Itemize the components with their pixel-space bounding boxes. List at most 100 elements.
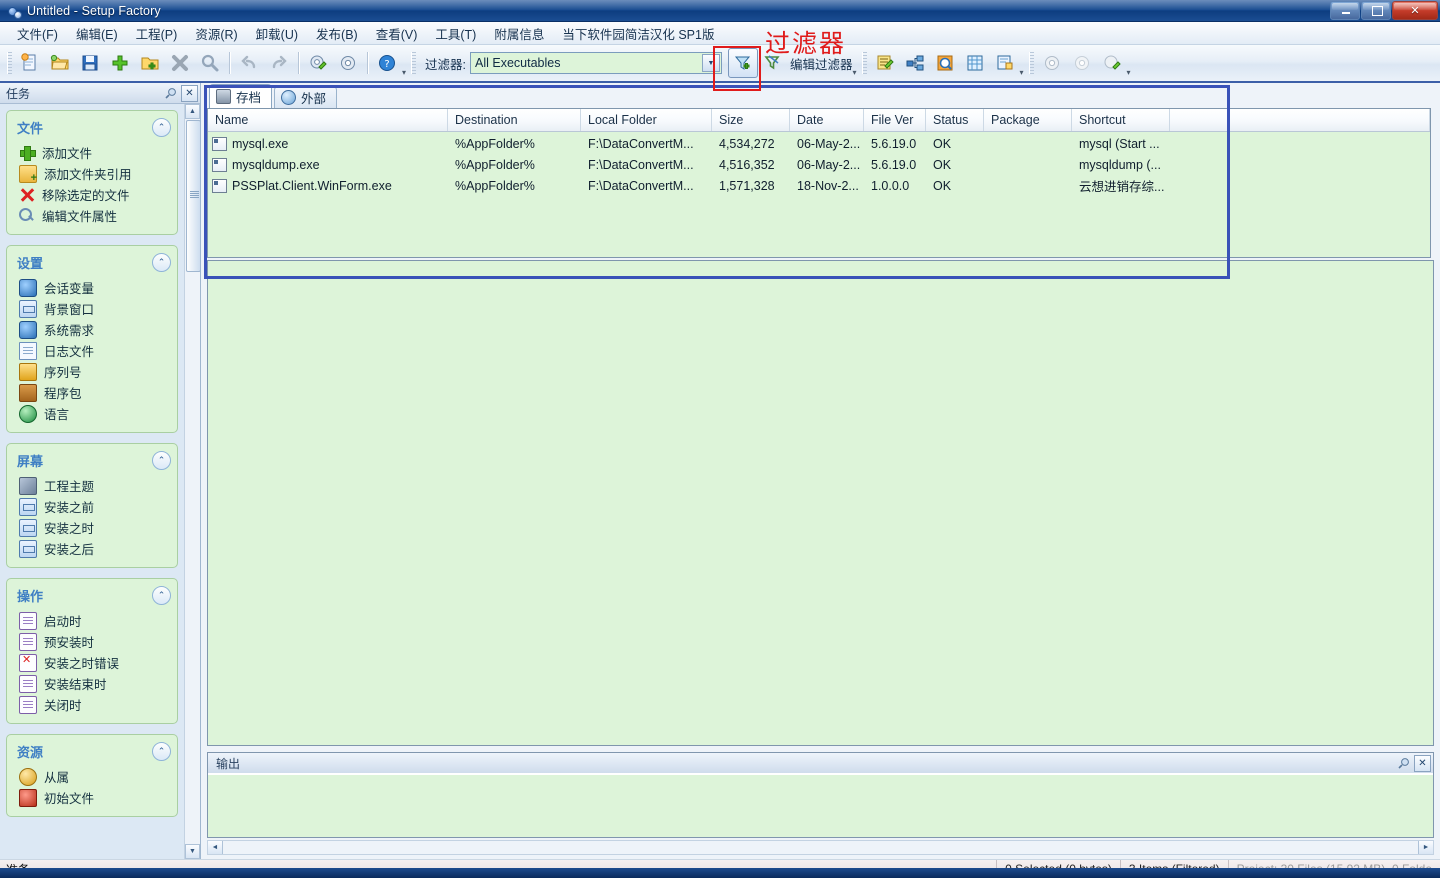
col-header-name[interactable]: Name [208,109,448,131]
pin-icon[interactable] [162,85,179,102]
open-folder-icon[interactable] [45,48,75,78]
sidebar-item-before-install[interactable]: 安装之前 [7,496,177,517]
close-icon[interactable]: ✕ [181,84,198,102]
sidebar-item-background-window[interactable]: 背景窗口 [7,298,177,319]
filter-combobox[interactable]: All Executables ▼ [470,52,722,74]
horizontal-scrollbar[interactable]: ◄ ► [207,840,1434,855]
sidebar-item-log-file[interactable]: 日志文件 [7,340,177,361]
filter-funnel-icon[interactable] [728,48,758,78]
toolbar-grip[interactable] [1028,52,1034,74]
menu-view[interactable]: 查看(V) [367,22,427,45]
sidebar-item-add-folder-ref[interactable]: 添加文件夹引用 [7,163,177,184]
tab-external[interactable]: 外部 [274,86,338,108]
close-icon[interactable]: ✕ [1414,754,1431,772]
undo-icon[interactable] [234,48,264,78]
col-header-status[interactable]: Status [926,109,984,131]
sidebar-item-session-vars[interactable]: 会话变量 [7,277,177,298]
menu-resources[interactable]: 资源(R) [186,22,246,45]
sidebar-item-add-file[interactable]: 添加文件 [7,142,177,163]
tools-overflow-arrow[interactable]: ▾ [1020,68,1024,77]
toolbar-grip[interactable] [411,52,417,74]
add-folder-icon[interactable] [135,48,165,78]
dependency-icon[interactable] [900,48,930,78]
menu-file[interactable]: 文件(F) [8,22,67,45]
new-project-icon[interactable] [15,48,45,78]
toolbar-grip[interactable] [861,52,867,74]
delete-icon[interactable] [165,48,195,78]
add-file-icon[interactable] [105,48,135,78]
col-header-file-ver[interactable]: File Ver [864,109,926,131]
redo-icon[interactable] [264,48,294,78]
sidebar-item-serial-number[interactable]: 序列号 [7,361,177,382]
save-icon[interactable] [75,48,105,78]
menu-uninstall[interactable]: 卸载(U) [247,22,307,45]
sidebar-item-edit-file-props[interactable]: 编辑文件属性 [7,205,177,226]
sidebar-item-during-install[interactable]: 安装之时 [7,517,177,538]
script-editor-icon[interactable] [870,48,900,78]
sidebar-item-on-shutdown[interactable]: 关闭时 [7,694,177,715]
chevron-up-icon[interactable]: ⌃ [152,253,171,272]
filter-overflow-arrow[interactable]: ▾ [853,68,857,77]
sidebar-item-on-install-end[interactable]: 安装结束时 [7,673,177,694]
table-row[interactable]: mysql.exe %AppFolder% F:\DataConvertM...… [208,133,1430,154]
menu-build[interactable]: 发布(B) [307,22,367,45]
chevron-up-icon[interactable]: ⌃ [152,586,171,605]
sidebar-item-system-requirements[interactable]: 系统需求 [7,319,177,340]
sidebar-scrollbar[interactable]: ▲ ▼ [184,104,201,859]
maximize-button[interactable] [1361,1,1391,20]
database-icon[interactable] [960,48,990,78]
sidebar-item-on-startup[interactable]: 启动时 [7,610,177,631]
scroll-up-icon[interactable]: ▲ [185,104,200,119]
secure-package-icon[interactable] [990,48,1020,78]
panel-actions-header[interactable]: 操作 ⌃ [7,583,177,610]
sidebar-item-remove-selected[interactable]: 移除选定的文件 [7,184,177,205]
minimize-button[interactable] [1330,1,1360,20]
panel-files-header[interactable]: 文件 ⌃ [7,115,177,142]
scroll-right-icon[interactable]: ► [1418,841,1433,854]
sidebar-item-language[interactable]: 语言 [7,403,177,424]
sidebar-item-on-install-error[interactable]: 安装之时错误 [7,652,177,673]
col-header-local-folder[interactable]: Local Folder [581,109,712,131]
sidebar-item-dependencies[interactable]: 从属 [7,766,177,787]
help-icon[interactable]: ? [372,48,402,78]
settings-edit-icon[interactable] [303,48,333,78]
sidebar-item-package[interactable]: 程序包 [7,382,177,403]
preview-icon[interactable] [930,48,960,78]
col-header-date[interactable]: Date [790,109,864,131]
grid-empty-area[interactable] [207,260,1434,746]
toolbar-overflow-arrow[interactable]: ▾ [402,68,406,77]
build-run-icon[interactable] [1097,48,1127,78]
panel-resources-header[interactable]: 资源 ⌃ [7,739,177,766]
sidebar-item-project-theme[interactable]: 工程主题 [7,475,177,496]
table-row[interactable]: PSSPlat.Client.WinForm.exe %AppFolder% F… [208,175,1430,196]
col-header-shortcut[interactable]: Shortcut [1072,109,1170,131]
menu-project[interactable]: 工程(P) [127,22,187,45]
pin-icon[interactable] [1395,755,1412,772]
panel-settings-header[interactable]: 设置 ⌃ [7,250,177,277]
tab-archive[interactable]: 存档 [209,84,273,108]
chevron-up-icon[interactable]: ⌃ [152,118,171,137]
panel-screens-header[interactable]: 屏幕 ⌃ [7,448,177,475]
build-gear-icon[interactable] [1037,48,1067,78]
build-overflow-arrow[interactable]: ▾ [1127,68,1131,77]
scroll-down-icon[interactable]: ▼ [185,844,200,859]
close-button[interactable]: ✕ [1392,1,1438,20]
chevron-up-icon[interactable]: ⌃ [152,742,171,761]
menu-extra-info[interactable]: 附属信息 [485,22,553,45]
sidebar-item-on-preinstall[interactable]: 预安装时 [7,631,177,652]
output-content[interactable] [208,774,1433,837]
toolbar-grip[interactable] [7,52,12,74]
menu-edit[interactable]: 编辑(E) [67,22,127,45]
col-header-destination[interactable]: Destination [448,109,581,131]
sidebar-item-after-install[interactable]: 安装之后 [7,538,177,559]
search-icon[interactable] [195,48,225,78]
col-header-size[interactable]: Size [712,109,790,131]
settings-icon[interactable] [333,48,363,78]
scroll-left-icon[interactable]: ◄ [208,841,223,854]
menu-localization-credit[interactable]: 当下软件园简洁汉化 SP1版 [553,22,723,45]
scrollbar-thumb[interactable] [186,120,201,272]
menu-tools[interactable]: 工具(T) [426,22,485,45]
edit-filter-icon[interactable] [758,48,788,78]
chevron-down-icon[interactable]: ▼ [702,54,720,72]
col-header-package[interactable]: Package [984,109,1072,131]
